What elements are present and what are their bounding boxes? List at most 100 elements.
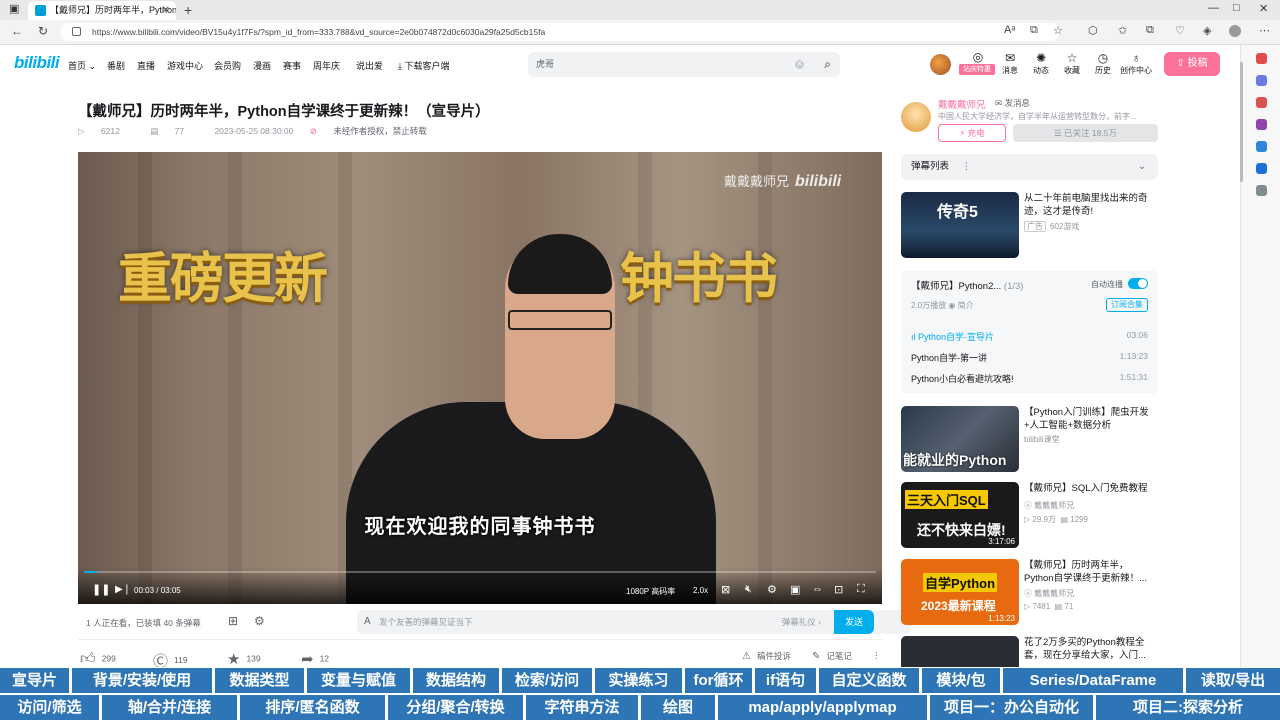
chapter-chip[interactable]: map/apply/applymap	[718, 695, 927, 720]
send-message-link[interactable]: ✉ 发消息	[995, 97, 1030, 109]
danmaku-toggle-icon[interactable]: ⊞	[228, 614, 238, 628]
rec-title[interactable]: 【戴师兄】SQL入门免费教程	[1024, 482, 1158, 495]
nav-anniversary[interactable]: 周年庆	[313, 59, 340, 72]
nav-say-love[interactable]: 说出爱	[356, 59, 383, 72]
sidebar-microsoft365-icon[interactable]	[1256, 141, 1267, 152]
sidebar-games-icon[interactable]	[1256, 119, 1267, 130]
close-window-icon[interactable]: ✕	[1259, 2, 1268, 15]
chapter-chip[interactable]: 访问/筛选	[0, 695, 99, 720]
collection-title[interactable]: 【戴师兄】Python2... (1/3)	[911, 278, 1023, 292]
note-button[interactable]: ✎ 记笔记	[812, 650, 852, 662]
nav-esports[interactable]: 赛事	[283, 59, 301, 72]
chapter-chip[interactable]: 轴/合并/连接	[102, 695, 237, 720]
rec-author[interactable]: bilibili课堂	[1024, 434, 1060, 445]
extensions-icon[interactable]: ⬡	[1088, 24, 1098, 37]
chevron-down-icon[interactable]: ⌄	[1138, 154, 1146, 180]
collection-intro[interactable]: 简介	[958, 301, 974, 310]
favorite-star-icon[interactable]: ☆	[1053, 24, 1063, 37]
web-fullscreen-icon[interactable]: ⊡	[834, 583, 843, 596]
chapter-chip[interactable]: 宣导片	[0, 668, 69, 693]
chapter-chip[interactable]: 实操练习	[595, 668, 682, 693]
sidebar-toolbox-icon[interactable]	[1256, 97, 1267, 108]
nav-anime[interactable]: 番剧	[107, 59, 125, 72]
header-creator-center[interactable]: ♁ 创作中心	[1119, 51, 1153, 76]
rec-thumbnail[interactable]: 能就业的Python	[901, 406, 1019, 472]
pip-icon[interactable]: ▣	[790, 583, 800, 596]
wide-mode-icon[interactable]: ⇔	[812, 583, 823, 595]
sidebar-outlook-icon[interactable]	[1256, 163, 1267, 174]
danmaku-off-icon[interactable]: ⊠	[721, 583, 730, 596]
maximize-icon[interactable]: □	[1233, 2, 1240, 14]
text-style-icon[interactable]: A	[364, 610, 371, 634]
chapter-chip[interactable]: 检索/访问	[502, 668, 592, 693]
autoplay-toggle[interactable]	[1128, 278, 1148, 289]
new-tab-icon[interactable]: +	[184, 1, 192, 19]
more-options-icon[interactable]: ⋮	[962, 161, 972, 172]
speed-selector[interactable]: 2.0x	[693, 586, 708, 595]
nav-game-center[interactable]: 游戏中心	[167, 59, 203, 72]
read-aloud-icon[interactable]: Aᵃ	[1004, 24, 1015, 36]
report-button[interactable]: ⚠ 稿件投诉	[742, 650, 791, 662]
charge-button[interactable]: ⚡ 充电	[938, 124, 1006, 142]
subscribe-collection-button[interactable]: 订阅合集	[1106, 298, 1148, 312]
next-icon[interactable]: ▶❘	[115, 584, 131, 595]
chapter-chip[interactable]: 分组/聚合/转换	[388, 695, 523, 720]
refresh-icon[interactable]: ↻	[38, 24, 48, 38]
like-button[interactable]: 👍︎ 299	[80, 650, 116, 668]
chapter-chip[interactable]: 数据类型	[215, 668, 304, 693]
rec-thumbnail[interactable]: 三天入门SQL 还不快来白嫖! 3:17:06	[901, 482, 1019, 548]
nav-download-client[interactable]: ⤓ 下载客户端	[398, 59, 450, 72]
more-menu-icon[interactable]: ⋯	[1259, 24, 1270, 37]
quality-selector[interactable]: 1080P 高码率	[626, 586, 675, 597]
ad-thumbnail[interactable]: 传奇5	[901, 192, 1019, 258]
clear-search-icon[interactable]: ✕	[795, 60, 804, 69]
user-avatar[interactable]	[930, 54, 951, 75]
vip-badge[interactable]: 站庆特惠	[959, 64, 995, 75]
mute-icon[interactable]: 🔇︎	[745, 583, 752, 596]
favorites-icon[interactable]: ✩	[1118, 24, 1127, 37]
rec-thumbnail[interactable]	[901, 636, 1019, 667]
sidebar-add-icon[interactable]	[1256, 185, 1267, 196]
rec-author[interactable]: ⓤ 戴戴戴师兄	[1024, 588, 1074, 599]
address-bar[interactable]: https://www.bilibili.com/video/BV15u4y1f…	[60, 23, 1060, 41]
upload-button[interactable]: ⇪ 投稿	[1164, 52, 1220, 76]
close-tab-icon[interactable]: ✕	[162, 1, 170, 20]
danmaku-settings-icon[interactable]: ⚙	[254, 614, 265, 628]
progress-bar[interactable]	[84, 571, 876, 573]
rec-title[interactable]: 【Python入门训练】爬虫开发+人工智能+数据分析	[1024, 406, 1158, 432]
video-player[interactable]: 重磅更新 钟书书 戴戴戴师兄 bilibili 现在欢迎我的同事钟书书 ❚❚ ▶❘…	[78, 152, 882, 604]
sidebar-search-icon[interactable]	[1256, 53, 1267, 64]
uploader-avatar[interactable]	[901, 102, 931, 132]
nav-home[interactable]: 首页 ⌄	[68, 59, 96, 72]
collection-item[interactable]: Python小白必看避坑攻略! 1:51:31	[911, 372, 1148, 385]
profile-icon[interactable]	[1229, 25, 1241, 37]
browser-tab[interactable]: 【戴师兄】历时两年半，Python自 ✕	[28, 1, 176, 20]
fullscreen-icon[interactable]: ⛶	[857, 583, 865, 596]
header-dynamics[interactable]: ✺ 动态	[1026, 51, 1056, 76]
chapter-chip[interactable]: 数据结构	[413, 668, 499, 693]
search-icon[interactable]: ⌕	[824, 52, 831, 77]
nav-manga[interactable]: 漫画	[253, 59, 271, 72]
copilot-icon[interactable]: ◈	[1203, 24, 1211, 37]
header-history[interactable]: ◷ 历史	[1088, 51, 1118, 76]
settings-gear-icon[interactable]: ⚙	[767, 583, 777, 596]
search-input[interactable]: 虎哥 ✕ ⌕	[528, 52, 840, 77]
rec-title[interactable]: 花了2万多买的Python教程全套，现在分享给大家，入门...	[1024, 636, 1158, 662]
chapter-chip[interactable]: if语句	[755, 668, 816, 693]
chapter-chip[interactable]: 项目一：办公自动化	[930, 695, 1093, 720]
share-button[interactable]: ➦ 12	[301, 650, 329, 668]
chapter-chip[interactable]: 模块/包	[922, 668, 1000, 693]
rec-title[interactable]: 【戴师兄】历时两年半，Python自学课终于更新辣！...	[1024, 559, 1158, 585]
chapter-chip[interactable]: 读取/导出	[1186, 668, 1280, 693]
chapter-chip[interactable]: 字符串方法	[526, 695, 638, 720]
back-icon[interactable]: ←	[11, 24, 23, 38]
danmaku-input[interactable]: A 发个友善的弹幕见证当下 弹幕礼仪 ›	[357, 610, 911, 634]
chapter-chip[interactable]: 项目二:探索分析	[1096, 695, 1280, 720]
collection-item[interactable]: Python自学-第一讲 1:13:23	[911, 351, 1148, 364]
follow-button[interactable]: ☰ 已关注 18.5万	[1013, 124, 1158, 142]
chapter-chip[interactable]: Series/DataFrame	[1003, 668, 1183, 693]
rec-author[interactable]: ⓤ 戴戴戴师兄	[1024, 500, 1074, 511]
bilibili-logo[interactable]: bilibili	[14, 53, 60, 73]
header-favorites[interactable]: ☆ 收藏	[1057, 51, 1087, 76]
minimize-icon[interactable]: —	[1208, 2, 1219, 14]
